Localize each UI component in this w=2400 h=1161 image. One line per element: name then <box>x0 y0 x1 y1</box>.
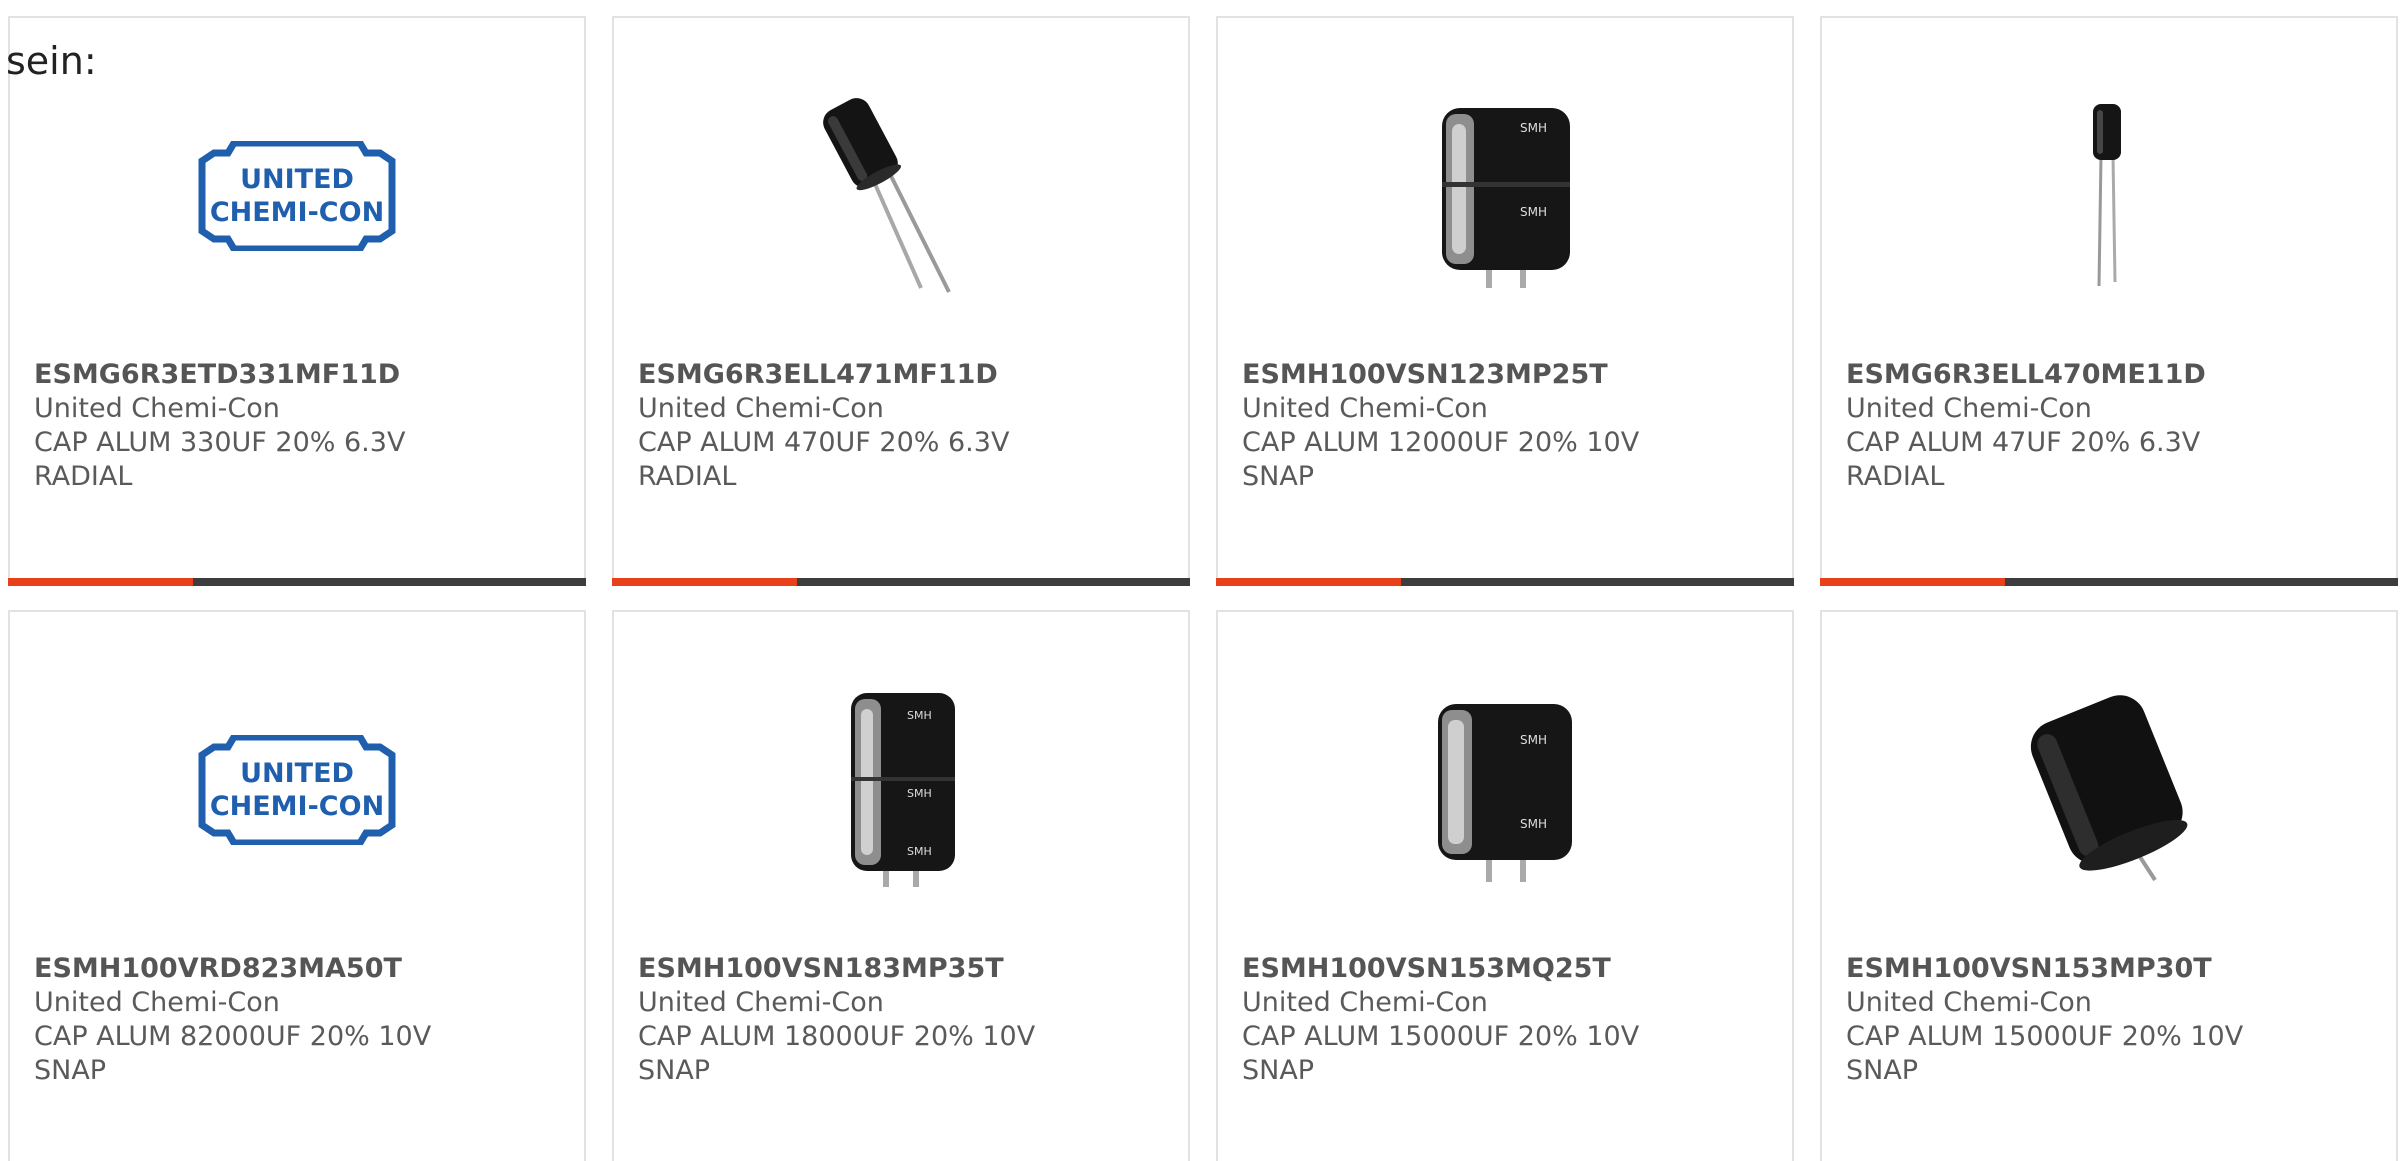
product-image[interactable] <box>1822 670 2396 910</box>
description: CAP ALUM 82000UF 20% 10V <box>34 1021 432 1052</box>
product-card[interactable]: UNITED CHEMI-CON ESMH100VRD823MA50T Unit… <box>8 610 586 1161</box>
package: RADIAL <box>34 461 133 492</box>
product-card[interactable]: ESMH100VSN153MP30T United Chemi-Con CAP … <box>1820 610 2398 1161</box>
radial-capacitor-icon <box>823 98 951 293</box>
description: CAP ALUM 47UF 20% 6.3V <box>1846 427 2201 458</box>
part-number-link[interactable]: ESMH100VSN183MP35T <box>638 952 1168 986</box>
product-image[interactable]: UNITED CHEMI-CON <box>10 76 584 316</box>
part-number-link[interactable]: ESMG6R3ETD331MF11D <box>34 358 564 392</box>
part-number-link[interactable]: ESMH100VSN153MQ25T <box>1242 952 1772 986</box>
description: CAP ALUM 12000UF 20% 10V <box>1242 427 1640 458</box>
card-accent-bar <box>1820 578 2005 586</box>
part-number-link[interactable]: ESMG6R3ELL471MF11D <box>638 358 1168 392</box>
part-number-link[interactable]: ESMG6R3ELL470ME11D <box>1846 358 2376 392</box>
package: SNAP <box>1846 1055 1919 1086</box>
product-image[interactable]: SMH SMH <box>1218 670 1792 910</box>
product-details: ESMG6R3ELL471MF11D United Chemi-Con CAP … <box>638 358 1168 494</box>
product-image[interactable]: UNITED CHEMI-CON <box>10 670 584 910</box>
description: CAP ALUM 18000UF 20% 10V <box>638 1021 1036 1052</box>
manufacturer: United Chemi-Con <box>1846 987 2092 1018</box>
product-image[interactable]: SMH SMH <box>1218 76 1792 316</box>
snap-in-capacitor-icon: SMH SMH <box>1442 108 1570 288</box>
card-bottom-bar <box>1820 578 2398 586</box>
description: CAP ALUM 470UF 20% 6.3V <box>638 427 1010 458</box>
product-details: ESMH100VSN123MP25T United Chemi-Con CAP … <box>1242 358 1772 494</box>
product-card[interactable]: SMH SMH ESMH100VSN153MQ25T United Chemi-… <box>1216 610 1794 1161</box>
can-text: SMH <box>907 845 932 858</box>
description: CAP ALUM 15000UF 20% 10V <box>1846 1021 2244 1052</box>
package: RADIAL <box>638 461 737 492</box>
description: CAP ALUM 330UF 20% 6.3V <box>34 427 406 458</box>
manufacturer: United Chemi-Con <box>34 987 280 1018</box>
can-text: SMH <box>1520 733 1547 747</box>
card-bottom-bar <box>8 578 586 586</box>
snap-in-capacitor-icon: SMH SMH <box>1438 704 1572 882</box>
manufacturer: United Chemi-Con <box>638 393 884 424</box>
product-details: ESMH100VSN153MP30T United Chemi-Con CAP … <box>1846 952 2376 1088</box>
can-text: SMH <box>1520 121 1547 135</box>
manufacturer: United Chemi-Con <box>1242 987 1488 1018</box>
card-accent-bar <box>612 578 797 586</box>
can-text: SMH <box>907 787 932 800</box>
product-details: ESMG6R3ELL470ME11D United Chemi-Con CAP … <box>1846 358 2376 494</box>
product-details: ESMG6R3ETD331MF11D United Chemi-Con CAP … <box>34 358 564 494</box>
manufacturer: United Chemi-Con <box>1846 393 2092 424</box>
product-card[interactable]: ESMG6R3ELL471MF11D United Chemi-Con CAP … <box>612 16 1190 586</box>
logo-text-line2: CHEMI-CON <box>210 197 384 228</box>
can-text: SMH <box>1520 817 1547 831</box>
manufacturer: United Chemi-Con <box>638 987 884 1018</box>
tall-snap-in-capacitor-icon: SMH SMH SMH <box>851 693 955 887</box>
united-chemi-con-logo-icon: UNITED CHEMI-CON <box>198 735 396 845</box>
small-radial-capacitor-icon <box>2093 104 2121 287</box>
united-chemi-con-logo-icon: UNITED CHEMI-CON <box>198 141 396 251</box>
logo-text-line1: UNITED <box>240 758 354 789</box>
can-text: SMH <box>907 709 932 722</box>
description: CAP ALUM 15000UF 20% 10V <box>1242 1021 1640 1052</box>
product-card[interactable]: SMH SMH SMH ESMH100VSN183MP35T United Ch… <box>612 610 1190 1161</box>
part-number-link[interactable]: ESMH100VSN123MP25T <box>1242 358 1772 392</box>
package: SNAP <box>34 1055 107 1086</box>
product-card[interactable]: UNITED CHEMI-CON ESMG6R3ETD331MF11D Unit… <box>8 16 586 586</box>
product-image[interactable]: SMH SMH SMH <box>614 670 1188 910</box>
can-text: SMH <box>1520 205 1547 219</box>
product-details: ESMH100VSN183MP35T United Chemi-Con CAP … <box>638 952 1168 1088</box>
intro-text: sein: <box>6 39 97 83</box>
card-bottom-bar <box>612 578 1190 586</box>
product-image[interactable] <box>1822 76 2396 316</box>
product-card[interactable]: ESMG6R3ELL470ME11D United Chemi-Con CAP … <box>1820 16 2398 586</box>
product-grid: UNITED CHEMI-CON ESMG6R3ETD331MF11D Unit… <box>8 16 2398 1161</box>
package: SNAP <box>1242 461 1315 492</box>
product-details: ESMH100VRD823MA50T United Chemi-Con CAP … <box>34 952 564 1088</box>
logo-text-line1: UNITED <box>240 164 354 195</box>
card-accent-bar <box>1216 578 1401 586</box>
product-image[interactable] <box>614 76 1188 316</box>
part-number-link[interactable]: ESMH100VRD823MA50T <box>34 952 564 986</box>
package: RADIAL <box>1846 461 1945 492</box>
card-accent-bar <box>8 578 193 586</box>
package: SNAP <box>1242 1055 1315 1086</box>
product-card[interactable]: SMH SMH ESMH100VSN123MP25T United Chemi-… <box>1216 16 1794 586</box>
part-number-link[interactable]: ESMH100VSN153MP30T <box>1846 952 2376 986</box>
product-details: ESMH100VSN153MQ25T United Chemi-Con CAP … <box>1242 952 1772 1088</box>
snap-in-capacitor-angled-icon <box>2030 695 2188 882</box>
page: sein: UNITED CHEMI-CON ESMG6R3ETD331MF11… <box>0 0 2400 1161</box>
logo-text-line2: CHEMI-CON <box>210 791 384 822</box>
card-bottom-bar <box>1216 578 1794 586</box>
manufacturer: United Chemi-Con <box>1242 393 1488 424</box>
package: SNAP <box>638 1055 711 1086</box>
manufacturer: United Chemi-Con <box>34 393 280 424</box>
